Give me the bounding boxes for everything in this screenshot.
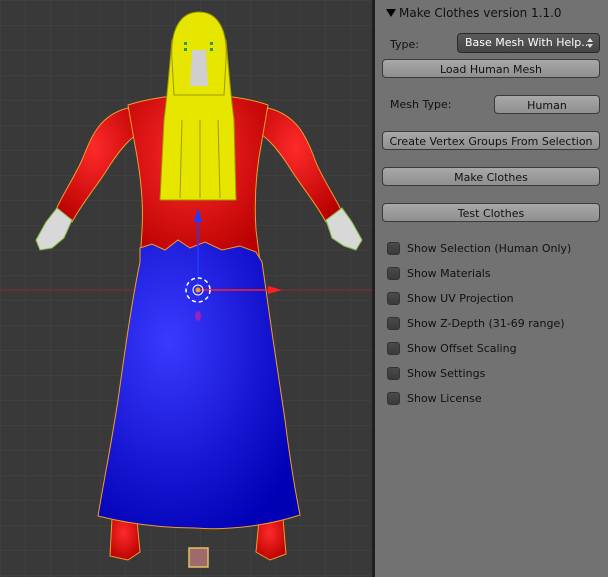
mesh-type-button[interactable]: Human xyxy=(494,95,600,114)
checkbox-box[interactable] xyxy=(387,267,400,280)
checkbox-label: Show Z-Depth (31-69 range) xyxy=(407,317,565,330)
checkbox-box[interactable] xyxy=(387,242,400,255)
checkbox-label: Show UV Projection xyxy=(407,292,514,305)
viewport-canvas[interactable] xyxy=(0,0,372,577)
checkbox-label: Show Selection (Human Only) xyxy=(407,242,572,255)
test-clothes-button[interactable]: Test Clothes xyxy=(382,203,600,222)
mesh-type-label: Mesh Type: xyxy=(390,98,452,111)
checkbox-box[interactable] xyxy=(387,367,400,380)
checkbox-box[interactable] xyxy=(387,392,400,405)
collapse-triangle-icon[interactable] xyxy=(386,9,396,17)
checkbox-label: Show License xyxy=(407,392,482,405)
checkbox-label: Show Materials xyxy=(407,267,491,280)
create-vertex-groups-button[interactable]: Create Vertex Groups From Selection xyxy=(382,131,600,150)
panel-title: Make Clothes version 1.1.0 xyxy=(399,6,562,20)
make-clothes-button[interactable]: Make Clothes xyxy=(382,167,600,186)
dropdown-arrows-icon xyxy=(587,36,594,50)
type-dropdown-value: Base Mesh With Help... xyxy=(465,36,592,49)
checkbox-label: Show Offset Scaling xyxy=(407,342,517,355)
make-clothes-panel: Make Clothes version 1.1.0 Type: Base Me… xyxy=(375,0,608,577)
type-label: Type: xyxy=(390,38,419,51)
load-human-mesh-button[interactable]: Load Human Mesh xyxy=(382,59,600,78)
checkbox-box[interactable] xyxy=(387,317,400,330)
3d-viewport[interactable] xyxy=(0,0,372,577)
type-dropdown[interactable]: Base Mesh With Help... xyxy=(457,33,600,53)
checkbox-box[interactable] xyxy=(387,292,400,305)
checkbox-box[interactable] xyxy=(387,342,400,355)
panel-header[interactable]: Make Clothes version 1.1.0 xyxy=(375,0,608,26)
checkbox-label: Show Settings xyxy=(407,367,486,380)
camera-object[interactable] xyxy=(188,547,209,568)
